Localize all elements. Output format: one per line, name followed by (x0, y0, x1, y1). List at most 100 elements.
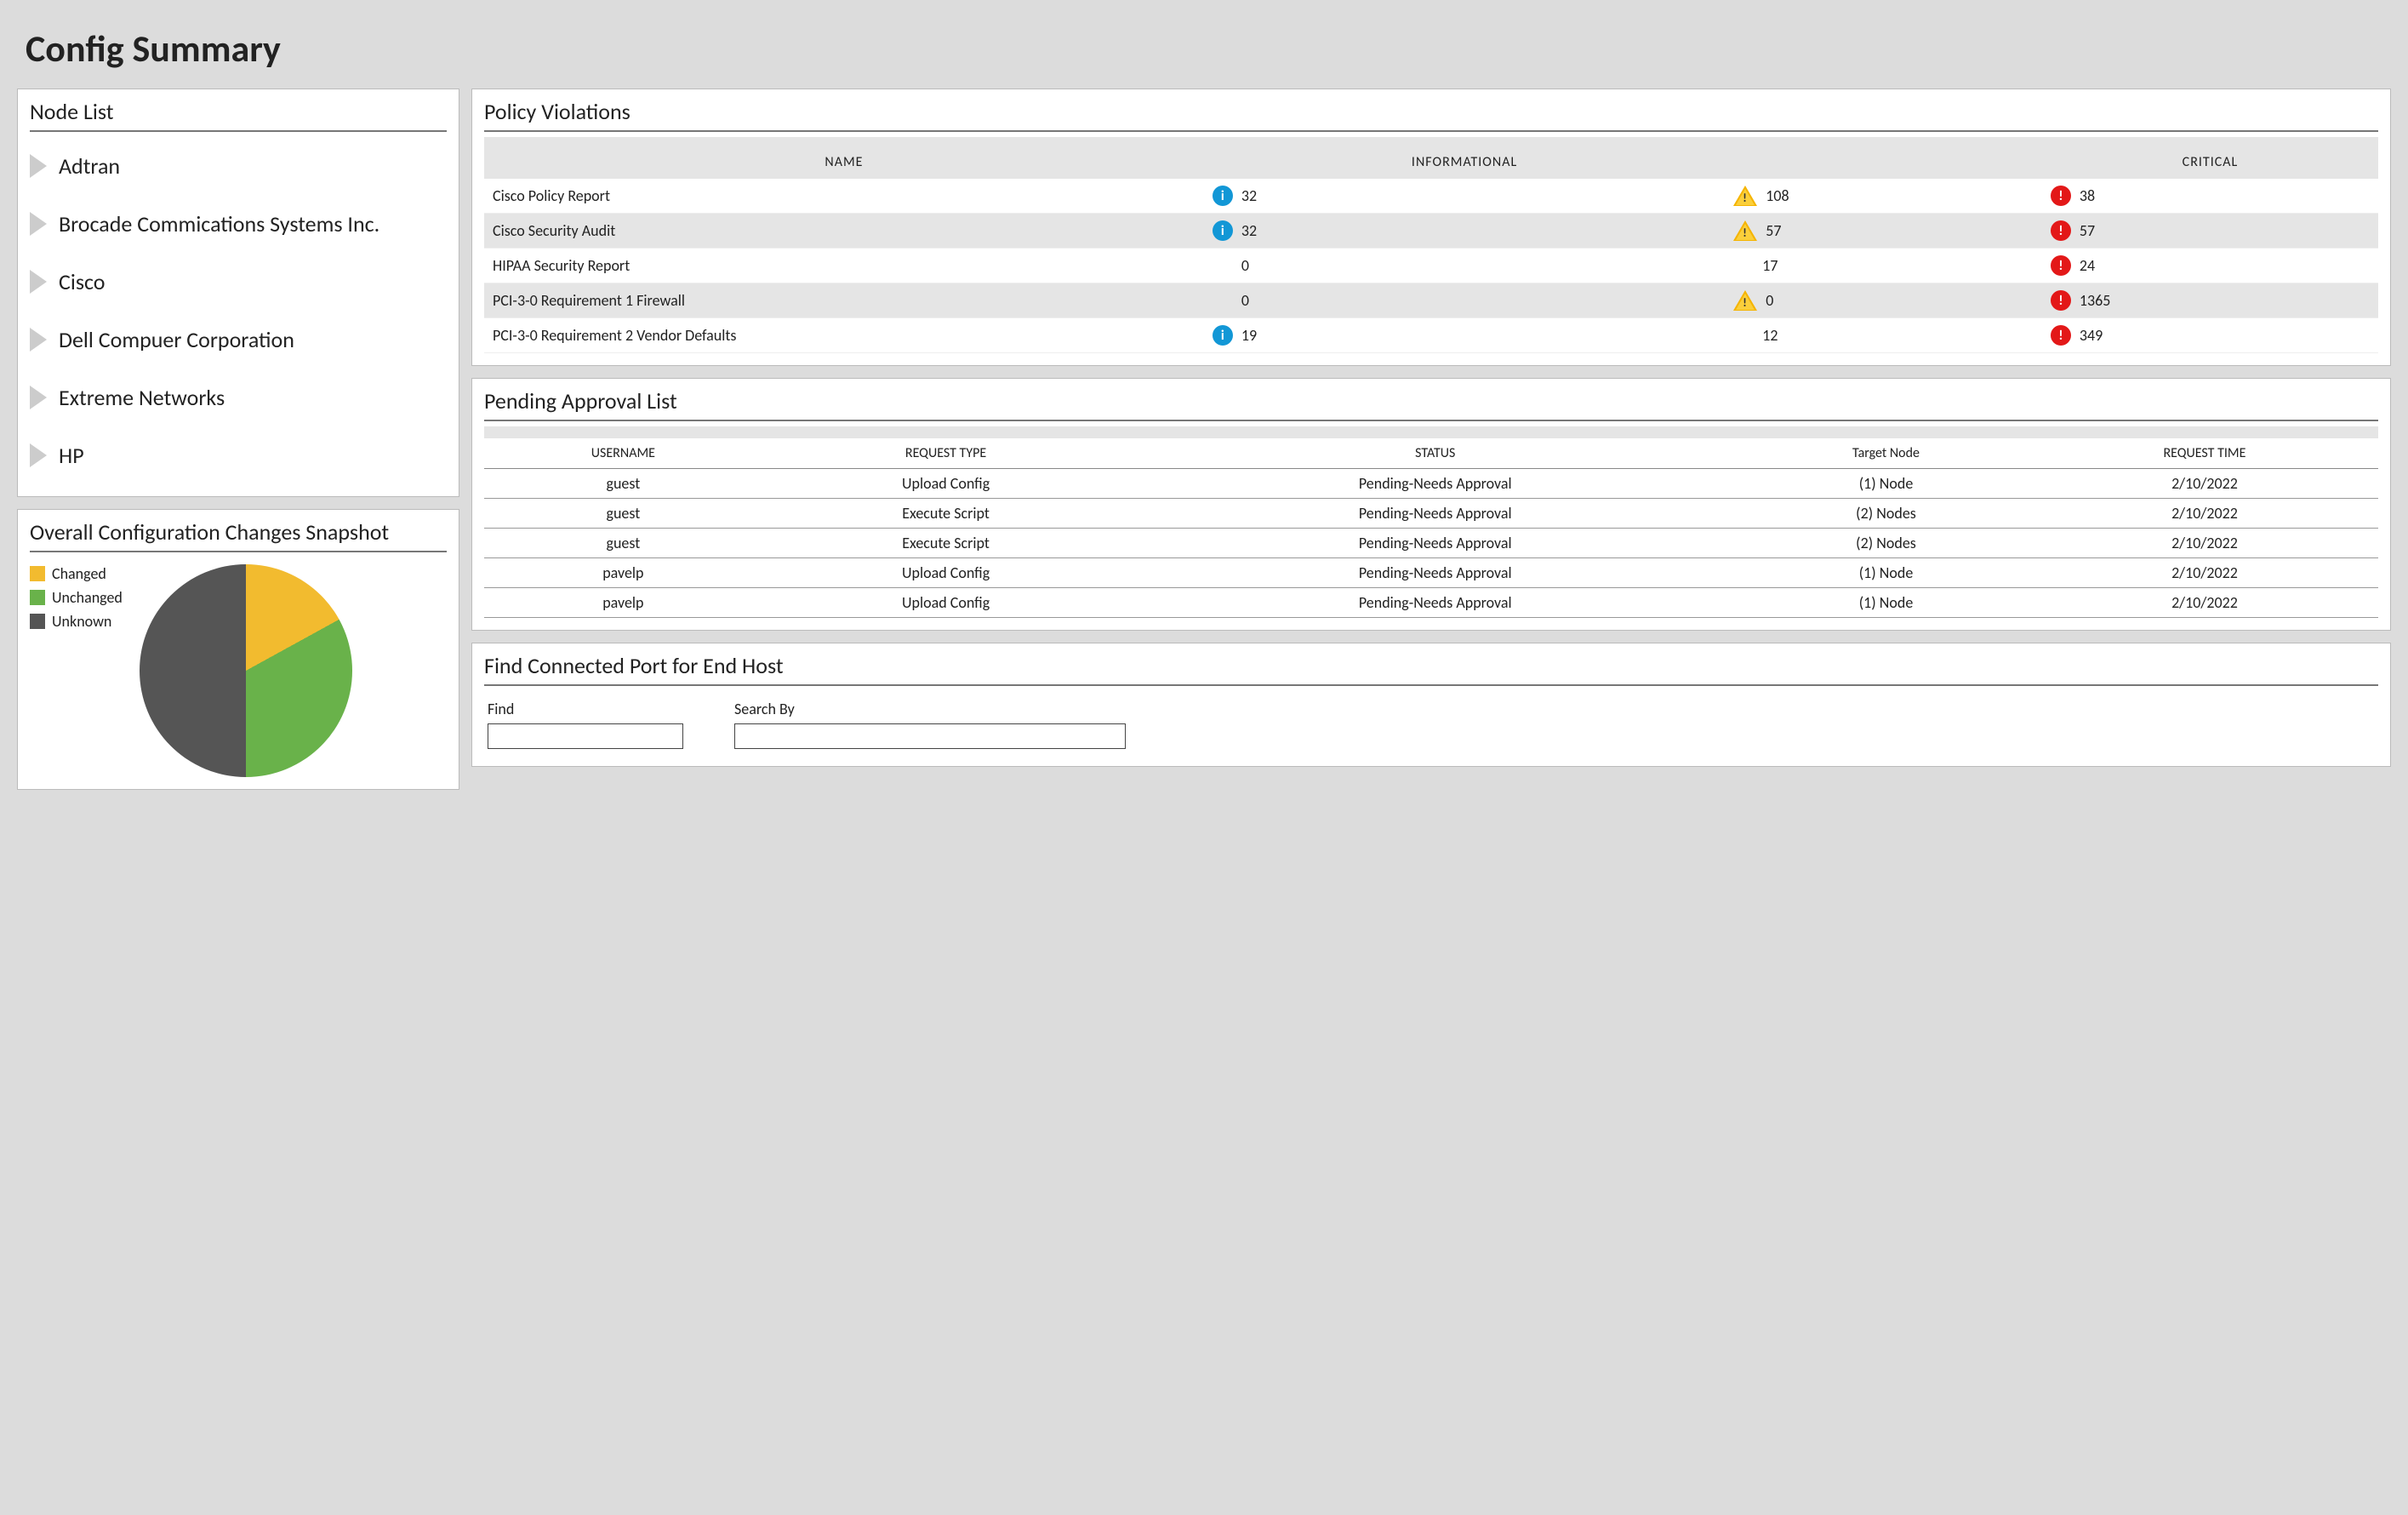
policy-name: Cisco Policy Report (484, 179, 1204, 214)
critical-icon: ! (2051, 255, 2071, 276)
target-node-cell: (2) Nodes (1741, 529, 2031, 558)
info-icon: i (1213, 186, 1233, 206)
icon-placeholder (1733, 255, 1754, 276)
legend-swatch (30, 590, 45, 605)
table-row[interactable]: HIPAA Security Report 0 17! 24 (484, 249, 2378, 283)
find-input[interactable] (488, 723, 683, 749)
table-row[interactable]: PCI-3-0 Requirement 2 Vendor Defaultsi19… (484, 318, 2378, 353)
table-row[interactable]: PCI-3-0 Requirement 1 Firewall00!1365 (484, 283, 2378, 318)
node-list-item-label: Brocade Commications Systems Inc. (59, 210, 379, 237)
divider (30, 130, 447, 132)
username-cell: pavelp (484, 588, 762, 618)
search-by-input[interactable] (734, 723, 1126, 749)
username-cell: pavelp (484, 558, 762, 588)
right-column: Policy Violations NAME INFORMATIONAL CRI… (471, 89, 2391, 790)
username-cell: guest (484, 499, 762, 529)
count-value: 57 (2080, 221, 2095, 240)
status-cell: Pending-Needs Approval (1129, 499, 1741, 529)
legend-swatch (30, 614, 45, 629)
col-warning (1725, 146, 2042, 179)
target-node-cell: (2) Nodes (1741, 499, 2031, 529)
policy-violations-title: Policy Violations (484, 98, 2378, 125)
request-time-cell: 2/10/2022 (2031, 529, 2378, 558)
count-value: 12 (1762, 326, 1777, 345)
chevron-right-icon (30, 386, 47, 409)
divider (30, 551, 447, 552)
node-list-item-label: Dell Compuer Corporation (59, 326, 294, 353)
legend: ChangedUnchangedUnknown (30, 564, 123, 631)
node-list-item-label: Adtran (59, 152, 120, 180)
snapshot-title: Overall Configuration Changes Snapshot (30, 518, 447, 546)
table-row[interactable]: Cisco Security Auditi3257!57 (484, 214, 2378, 249)
node-list-item-label: Cisco (59, 268, 106, 295)
legend-label: Unchanged (52, 588, 123, 607)
critical-icon: ! (2051, 325, 2071, 346)
request-type-cell: Execute Script (762, 499, 1130, 529)
node-list-item[interactable]: Brocade Commications Systems Inc. (30, 195, 447, 253)
node-list-item[interactable]: Adtran (30, 137, 447, 195)
find-label: Find (488, 700, 683, 718)
pending-approval-table: USERNAME REQUEST TYPE STATUS Target Node… (484, 438, 2378, 618)
count-value: 0 (1241, 256, 1249, 275)
search-by-group: Search By (734, 700, 1126, 749)
col-status: STATUS (1129, 438, 1741, 469)
info-icon: i (1213, 220, 1233, 241)
count-value: 19 (1241, 326, 1257, 345)
node-list-item[interactable]: Extreme Networks (30, 369, 447, 426)
table-row[interactable]: Cisco Policy Reporti32108!38 (484, 179, 2378, 214)
col-username: USERNAME (484, 438, 762, 469)
count-value: 0 (1766, 291, 1773, 310)
chevron-right-icon (30, 154, 47, 178)
status-cell: Pending-Needs Approval (1129, 558, 1741, 588)
target-node-cell: (1) Node (1741, 558, 2031, 588)
find-group: Find (488, 700, 683, 749)
table-row[interactable]: guestExecute ScriptPending-Needs Approva… (484, 529, 2378, 558)
status-cell: Pending-Needs Approval (1129, 588, 1741, 618)
policy-violations-panel: Policy Violations NAME INFORMATIONAL CRI… (471, 89, 2391, 366)
chevron-right-icon (30, 328, 47, 352)
icon-placeholder (1213, 290, 1233, 311)
find-port-panel: Find Connected Port for End Host Find Se… (471, 643, 2391, 767)
request-time-cell: 2/10/2022 (2031, 558, 2378, 588)
node-list-item[interactable]: HP (30, 426, 447, 484)
table-row[interactable]: pavelpUpload ConfigPending-Needs Approva… (484, 558, 2378, 588)
pie-chart (140, 564, 352, 777)
request-time-cell: 2/10/2022 (2031, 588, 2378, 618)
warning-icon (1733, 220, 1757, 241)
target-node-cell: (1) Node (1741, 588, 2031, 618)
policy-name: HIPAA Security Report (484, 249, 1204, 283)
node-list-item[interactable]: Dell Compuer Corporation (30, 311, 447, 369)
table-row[interactable]: guestUpload ConfigPending-Needs Approval… (484, 469, 2378, 499)
node-list-item-label: Extreme Networks (59, 384, 225, 411)
target-node-cell: (1) Node (1741, 469, 2031, 499)
warning-icon (1733, 186, 1757, 206)
status-cell: Pending-Needs Approval (1129, 469, 1741, 499)
request-type-cell: Upload Config (762, 588, 1130, 618)
chevron-right-icon (30, 270, 47, 294)
info-icon: i (1213, 325, 1233, 346)
count-value: 24 (2080, 256, 2095, 275)
pending-approval-title: Pending Approval List (484, 387, 2378, 414)
search-by-label: Search By (734, 700, 1126, 718)
icon-placeholder (1213, 255, 1233, 276)
pending-approval-panel: Pending Approval List USERNAME REQUEST T… (471, 378, 2391, 631)
node-list-item[interactable]: Cisco (30, 253, 447, 311)
count-value: 108 (1766, 186, 1789, 205)
legend-item: Changed (30, 564, 123, 583)
count-value: 17 (1762, 256, 1777, 275)
table-row[interactable]: guestExecute ScriptPending-Needs Approva… (484, 499, 2378, 529)
username-cell: guest (484, 529, 762, 558)
policy-name: PCI-3-0 Requirement 1 Firewall (484, 283, 1204, 318)
count-value: 57 (1766, 221, 1781, 240)
node-list-title: Node List (30, 98, 447, 125)
request-type-cell: Execute Script (762, 529, 1130, 558)
find-port-title: Find Connected Port for End Host (484, 652, 2378, 679)
divider (484, 684, 2378, 686)
warning-icon (1733, 290, 1757, 311)
count-value: 1365 (2080, 291, 2111, 310)
col-informational: INFORMATIONAL (1204, 146, 1725, 179)
request-type-cell: Upload Config (762, 469, 1130, 499)
policy-violations-table: NAME INFORMATIONAL CRITICAL Cisco Policy… (484, 137, 2378, 353)
table-row[interactable]: pavelpUpload ConfigPending-Needs Approva… (484, 588, 2378, 618)
col-request-time: REQUEST TIME (2031, 438, 2378, 469)
